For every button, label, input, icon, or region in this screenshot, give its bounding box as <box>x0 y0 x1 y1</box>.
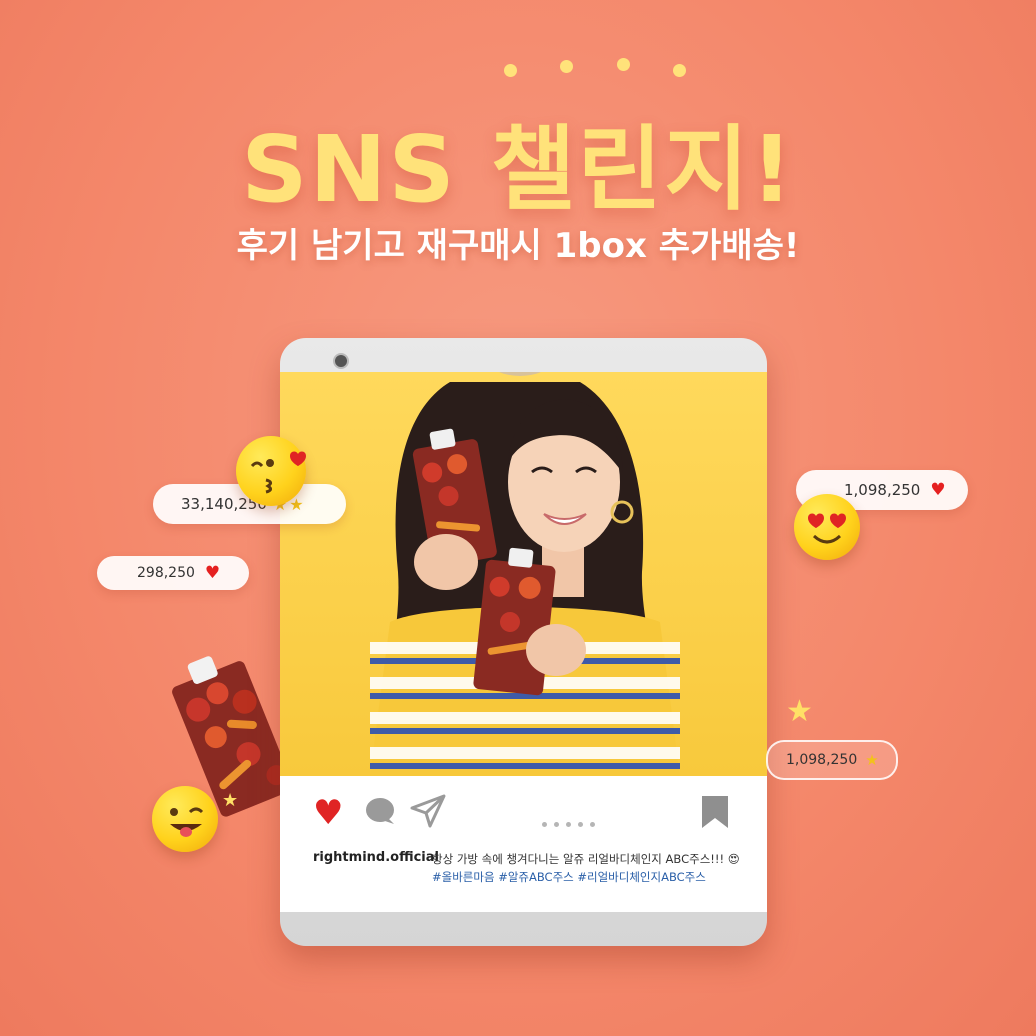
heart-icon: ♥ <box>204 563 221 583</box>
pager-dot <box>542 822 547 827</box>
count-badge-left-small: 298,250 ♥ <box>97 556 249 590</box>
caption-text: 항상 가방 속에 챙겨다니는 알쥬 리얼바디체인지 ABC주스!!! 😍 <box>432 852 740 866</box>
winking-emoji-icon <box>152 786 218 852</box>
page-subtitle: 후기 남기고 재구매시 1box 추가배송! <box>236 226 800 266</box>
pager-dot <box>554 822 559 827</box>
pager-dot <box>566 822 571 827</box>
post-screen: ♥ rightmind.official 항상 가방 속에 챙겨다니는 알쥬 리… <box>280 372 767 912</box>
heart-icon[interactable]: ♥ <box>313 796 343 830</box>
star-icon: ★ <box>786 694 813 729</box>
post-caption: 항상 가방 속에 챙겨다니는 알쥬 리얼바디체인지 ABC주스!!! 😍 #올바… <box>432 850 752 886</box>
count-badge-right-bottom: 1,098,250 ★ <box>766 740 898 780</box>
star-icon: ★ <box>865 751 879 769</box>
send-icon[interactable] <box>410 794 446 828</box>
post-username[interactable]: rightmind.official <box>313 850 439 865</box>
heart-icon: ♥ <box>930 480 946 500</box>
kiss-emoji-icon <box>236 436 306 506</box>
heart-eyes-emoji-icon <box>794 494 860 560</box>
pager-dot <box>590 822 595 827</box>
comment-icon[interactable] <box>364 796 396 826</box>
carousel-pager <box>542 812 602 831</box>
tablet-frame: ♥ rightmind.official 항상 가방 속에 챙겨다니는 알쥬 리… <box>280 338 767 946</box>
bookmark-icon[interactable] <box>700 794 730 830</box>
sns-challenge-banner: SNS 챌린지! 후기 남기고 재구매시 1box 추가배송! ♥ rightm… <box>0 0 1036 1036</box>
star-icon: ★ <box>222 790 239 811</box>
post-photo <box>280 372 767 776</box>
post-action-bar: ♥ <box>280 776 767 836</box>
count-value: 298,250 <box>137 565 195 581</box>
pager-dot <box>578 822 583 827</box>
count-value: 1,098,250 <box>786 752 858 768</box>
camera-icon <box>333 353 349 369</box>
page-title: SNS 챌린지! <box>241 116 795 223</box>
title-dots <box>0 58 1036 88</box>
caption-hashtags[interactable]: #올바른마음 #알쥬ABC주스 #리얼바디체인지ABC주스 <box>432 868 752 886</box>
person-holding-juice-illustration <box>370 372 680 776</box>
